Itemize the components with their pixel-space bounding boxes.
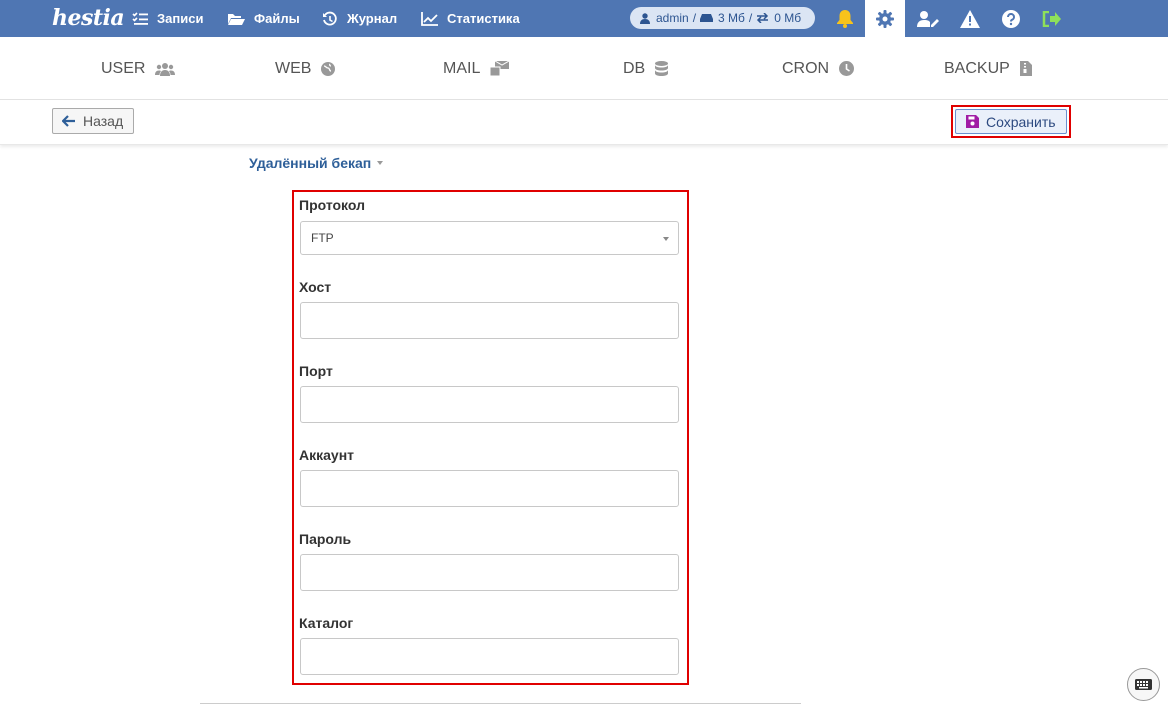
nav-log-label: Журнал [347, 11, 398, 26]
user-icon [640, 12, 650, 24]
keyboard-shortcuts-button[interactable] [1127, 668, 1160, 701]
user-settings-button[interactable] [908, 0, 948, 37]
keyboard-icon [1135, 679, 1152, 690]
tab-user-label: USER [101, 59, 146, 77]
notifications-button[interactable] [825, 0, 865, 37]
nav-log[interactable]: Журнал [322, 0, 397, 37]
logo[interactable]: hestia [52, 2, 125, 34]
section-title-label: Удалённый бекап [249, 155, 372, 171]
warning-icon [960, 9, 980, 28]
tab-mail-label: MAIL [443, 59, 481, 77]
exchange-icon [757, 13, 769, 23]
section-tabs: USER WEB MAIL DB CRON BACKUP [0, 37, 1168, 100]
caret-down-icon [377, 161, 384, 165]
tab-web[interactable]: WEB [275, 37, 336, 100]
gear-icon [876, 9, 894, 28]
nav-records-label: Записи [157, 11, 204, 26]
back-button[interactable]: Назад [52, 108, 134, 134]
section-remote-backup[interactable]: Удалённый бекап [249, 155, 384, 171]
protocol-label: Протокол [299, 197, 365, 213]
nav-files[interactable]: Файлы [227, 0, 300, 37]
port-input[interactable] [300, 386, 679, 423]
port-label: Порт [299, 363, 333, 379]
disk-usage: 3 Мб [718, 11, 745, 25]
logout-icon [1042, 10, 1061, 27]
directory-input[interactable] [300, 638, 679, 675]
tab-backup[interactable]: BACKUP [944, 37, 1032, 100]
back-button-label: Назад [83, 113, 124, 129]
account-label: Аккаунт [299, 447, 355, 463]
save-button-label: Сохранить [986, 113, 1056, 130]
logout-button[interactable] [1031, 0, 1071, 37]
protocol-select[interactable]: FTP [300, 221, 679, 255]
tab-backup-label: BACKUP [944, 59, 1010, 77]
folder-open-icon [227, 12, 245, 26]
tab-mail[interactable]: MAIL [443, 37, 510, 100]
tab-web-label: WEB [275, 59, 312, 77]
mail-bulk-icon [490, 61, 510, 76]
account-input[interactable] [300, 470, 679, 507]
bell-icon [837, 10, 853, 28]
help-icon [1002, 9, 1020, 28]
alerts-button[interactable] [950, 0, 990, 37]
floppy-disk-icon [966, 115, 979, 128]
nav-stats[interactable]: Статистика [421, 0, 520, 37]
host-input[interactable] [300, 302, 679, 339]
database-icon [655, 61, 669, 76]
stats-separator: / [692, 11, 697, 25]
tab-cron-label: CRON [782, 59, 830, 77]
list-check-icon [132, 11, 148, 26]
stats-separator: / [748, 11, 753, 25]
save-button[interactable]: Сохранить [955, 109, 1067, 134]
arrow-left-icon [62, 115, 75, 127]
protocol-selected-value: FTP [311, 231, 334, 245]
directory-label: Каталог [299, 615, 354, 631]
tab-cron[interactable]: CRON [782, 37, 855, 100]
globe-icon [321, 61, 336, 76]
divider [200, 703, 801, 704]
nav-files-label: Файлы [254, 11, 300, 26]
password-label: Пароль [299, 531, 352, 547]
toolbar: Назад Сохранить [0, 100, 1168, 145]
settings-button[interactable] [865, 0, 905, 37]
nav-records[interactable]: Записи [132, 0, 203, 37]
tab-db[interactable]: DB [623, 37, 669, 100]
host-label: Хост [299, 279, 332, 295]
form-highlight-box [292, 190, 689, 685]
hdd-icon [700, 14, 714, 22]
account-username: admin [656, 11, 689, 25]
nav-stats-label: Статистика [447, 11, 520, 26]
user-edit-icon [917, 10, 939, 27]
history-icon [322, 11, 338, 27]
users-icon [155, 62, 176, 76]
help-button[interactable] [991, 0, 1031, 37]
account-stats[interactable]: admin / 3 Мб / 0 Мб [630, 7, 815, 29]
chart-line-icon [421, 11, 438, 26]
top-bar: hestia Записи Файлы Журнал Статистика ad… [0, 0, 1168, 37]
tab-user[interactable]: USER [101, 37, 176, 100]
file-archive-icon [1019, 61, 1032, 76]
clock-icon [839, 61, 855, 76]
select-caret-icon [663, 237, 669, 241]
tab-db-label: DB [623, 59, 646, 77]
password-input[interactable] [300, 554, 679, 591]
bandwidth-usage: 0 Мб [774, 11, 802, 25]
